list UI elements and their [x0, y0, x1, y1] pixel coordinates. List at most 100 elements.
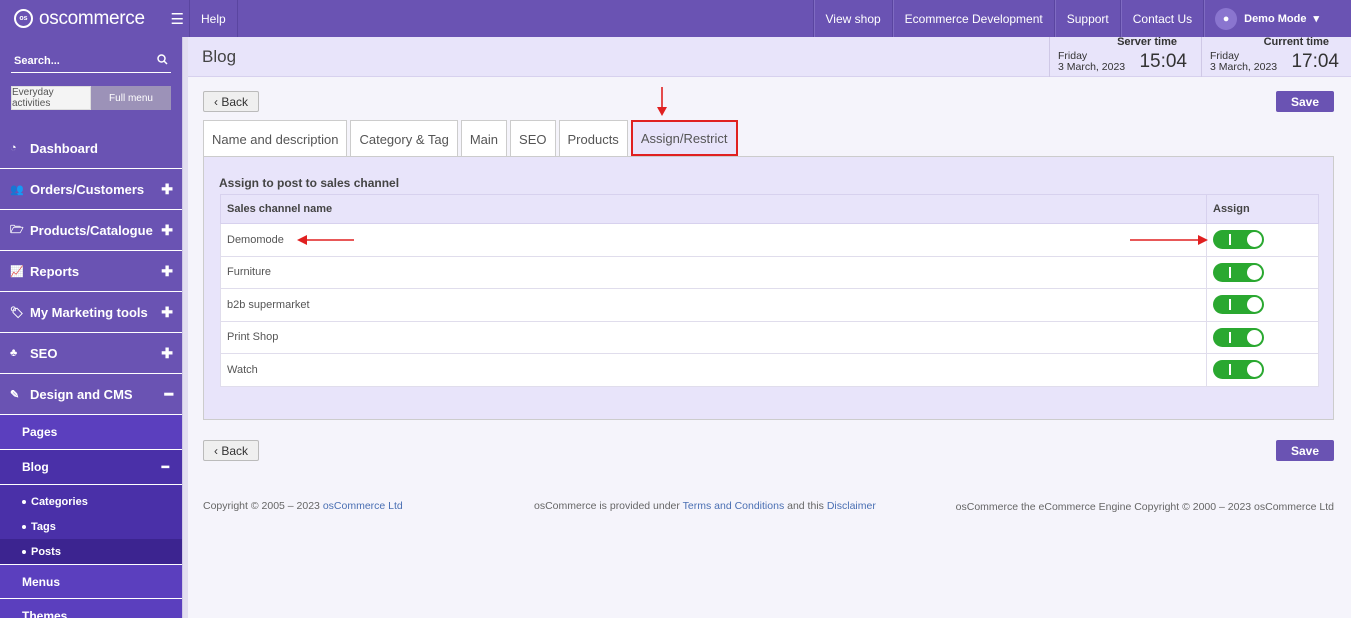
blog-submenu: Categories Tags Posts	[0, 485, 182, 564]
sidebar-item-label: Dashboard	[30, 140, 98, 156]
sitemap-icon: ♣	[10, 347, 18, 359]
search-label: Search...	[14, 54, 60, 67]
footer-provided-text: osCommerce is provided under	[534, 500, 683, 512]
sidebar-item-themes[interactable]: Themes	[0, 599, 182, 618]
top-bar-spacer	[238, 0, 814, 37]
current-time-label: Current time	[1263, 36, 1329, 48]
tab-name-description[interactable]: Name and description	[203, 120, 348, 157]
oscommerce-ltd-link[interactable]: osCommerce Ltd	[323, 500, 403, 512]
channel-name: Print Shop	[220, 320, 1207, 354]
sidebar-item-label: Reports	[30, 263, 80, 279]
assign-cell	[1206, 288, 1319, 322]
sidebar-item-posts[interactable]: Posts	[0, 539, 182, 564]
tab-category-tag[interactable]: Category & Tag	[350, 120, 458, 157]
tab-products[interactable]: Products	[558, 120, 628, 157]
assign-toggle[interactable]	[1213, 230, 1264, 250]
minus-icon: ━	[161, 460, 169, 474]
search-icon[interactable]	[157, 53, 168, 68]
user-icon: ●	[1215, 7, 1238, 30]
sidebar-item-marketing-tools[interactable]: 🏷 My Marketing tools ✚	[0, 292, 182, 333]
sidebar-item-pages[interactable]: Pages	[0, 415, 182, 450]
disclaimer-link[interactable]: Disclaimer	[827, 500, 876, 512]
table-row: b2b supermarket	[220, 288, 1319, 322]
plus-icon: ✚	[161, 344, 173, 361]
assign-cell	[1206, 223, 1319, 257]
table-row: Furniture	[220, 255, 1319, 289]
view-shop-link[interactable]: View shop	[813, 0, 893, 37]
contact-us-link[interactable]: Contact Us	[1120, 0, 1205, 37]
sidebar-item-seo[interactable]: ♣ SEO ✚	[0, 333, 182, 374]
users-icon: 👥	[10, 183, 24, 196]
save-button-bottom[interactable]: Save	[1276, 440, 1334, 461]
terms-link[interactable]: Terms and Conditions	[683, 500, 785, 512]
table-row: Watch	[220, 353, 1319, 387]
assign-toggle[interactable]	[1213, 295, 1264, 315]
sidebar: Search... Everyday activities Full menu …	[0, 37, 182, 618]
plus-icon: ✚	[161, 303, 173, 320]
server-time-label: Server time	[1117, 36, 1177, 48]
table-header-row: Sales channel name Assign	[220, 194, 1319, 224]
footer-engine: osCommerce the eCommerce Engine Copyrigh…	[955, 501, 1334, 513]
channel-name: b2b supermarket	[220, 288, 1207, 322]
table-row: Print Shop	[220, 320, 1319, 354]
current-time-date: Friday 3 March, 2023	[1210, 51, 1277, 73]
assign-cell	[1206, 320, 1319, 354]
save-button-top[interactable]: Save	[1276, 91, 1334, 112]
assign-toggle[interactable]	[1213, 262, 1264, 282]
footer-copyright-text: Copyright © 2005 – 2023	[203, 500, 323, 512]
sidebar-item-dashboard[interactable]: ◔ Dashboard	[0, 128, 182, 169]
sidebar-item-products-catalogue[interactable]: 🗁 Products/Catalogue ✚	[0, 210, 182, 251]
sidebar-item-blog[interactable]: Blog ━	[0, 450, 182, 485]
user-name: Demo Mode	[1244, 12, 1307, 25]
logo-icon: os	[14, 9, 33, 28]
sidebar-search[interactable]: Search...	[11, 49, 171, 73]
tab-bar: Name and description Category & Tag Main…	[203, 120, 738, 157]
sidebar-item-label: Posts	[31, 545, 61, 558]
everyday-activities-button[interactable]: Everyday activities	[11, 86, 91, 110]
panel-title: Assign to post to sales channel	[219, 176, 400, 190]
back-button-bottom[interactable]: ‹ Back	[203, 440, 260, 461]
tab-main[interactable]: Main	[460, 120, 508, 157]
sidebar-item-menus[interactable]: Menus	[0, 564, 182, 599]
bullet-icon	[22, 499, 26, 504]
ecommerce-development-link[interactable]: Ecommerce Development	[892, 0, 1055, 37]
sidebar-item-label: Design and CMS	[30, 386, 133, 402]
bullet-icon	[22, 524, 26, 529]
current-time: Current time Friday 3 March, 2023 17:04	[1201, 36, 1351, 77]
support-link[interactable]: Support	[1054, 0, 1121, 37]
assign-cell	[1206, 255, 1319, 289]
plus-icon: ✚	[161, 221, 173, 238]
brush-icon: ✎	[10, 388, 20, 401]
assign-toggle[interactable]	[1213, 327, 1264, 347]
logo-area: os oscommerce ☰	[0, 0, 190, 37]
assign-panel: Assign to post to sales channel Sales ch…	[203, 156, 1334, 420]
channel-name: Demomode	[220, 223, 1207, 257]
sidebar-item-orders-customers[interactable]: 👥 Orders/Customers ✚	[0, 169, 182, 210]
footer-and-text: and this	[784, 500, 827, 512]
minus-icon: ━	[164, 385, 173, 402]
assign-toggle[interactable]	[1213, 360, 1264, 380]
sidebar-item-design-cms[interactable]: ✎ Design and CMS ━	[0, 374, 182, 415]
tag-icon: 🏷	[10, 306, 24, 319]
sales-channel-table: Sales channel name Assign Demomode Furni…	[220, 194, 1319, 387]
annotation-arrow-down-icon	[657, 87, 667, 116]
sidebar-resize-handle[interactable]	[182, 37, 188, 618]
sidebar-item-label: Categories	[31, 495, 88, 508]
top-bar: os oscommerce ☰ Help View shop Ecommerce…	[0, 0, 1351, 37]
user-menu[interactable]: ● Demo Mode ▾	[1204, 0, 1351, 37]
sidebar-item-tags[interactable]: Tags	[0, 514, 182, 539]
sidebar-item-label: Blog	[22, 460, 49, 474]
back-button-top[interactable]: ‹ Back	[203, 91, 260, 112]
brand-name: oscommerce	[39, 7, 145, 29]
tab-seo[interactable]: SEO	[510, 120, 556, 157]
full-menu-button[interactable]: Full menu	[91, 86, 171, 110]
help-link[interactable]: Help	[190, 0, 238, 37]
dashboard-icon: ◔	[10, 142, 17, 154]
server-time-date: Friday 3 March, 2023	[1058, 51, 1125, 73]
tab-assign-restrict[interactable]: Assign/Restrict	[630, 120, 738, 156]
plus-icon: ✚	[161, 180, 173, 197]
sidebar-item-categories[interactable]: Categories	[0, 489, 182, 514]
sidebar-item-reports[interactable]: 📈 Reports ✚	[0, 251, 182, 292]
server-time: Server time Friday 3 March, 2023 15:04	[1049, 36, 1199, 77]
hamburger-icon[interactable]: ☰	[171, 10, 184, 28]
